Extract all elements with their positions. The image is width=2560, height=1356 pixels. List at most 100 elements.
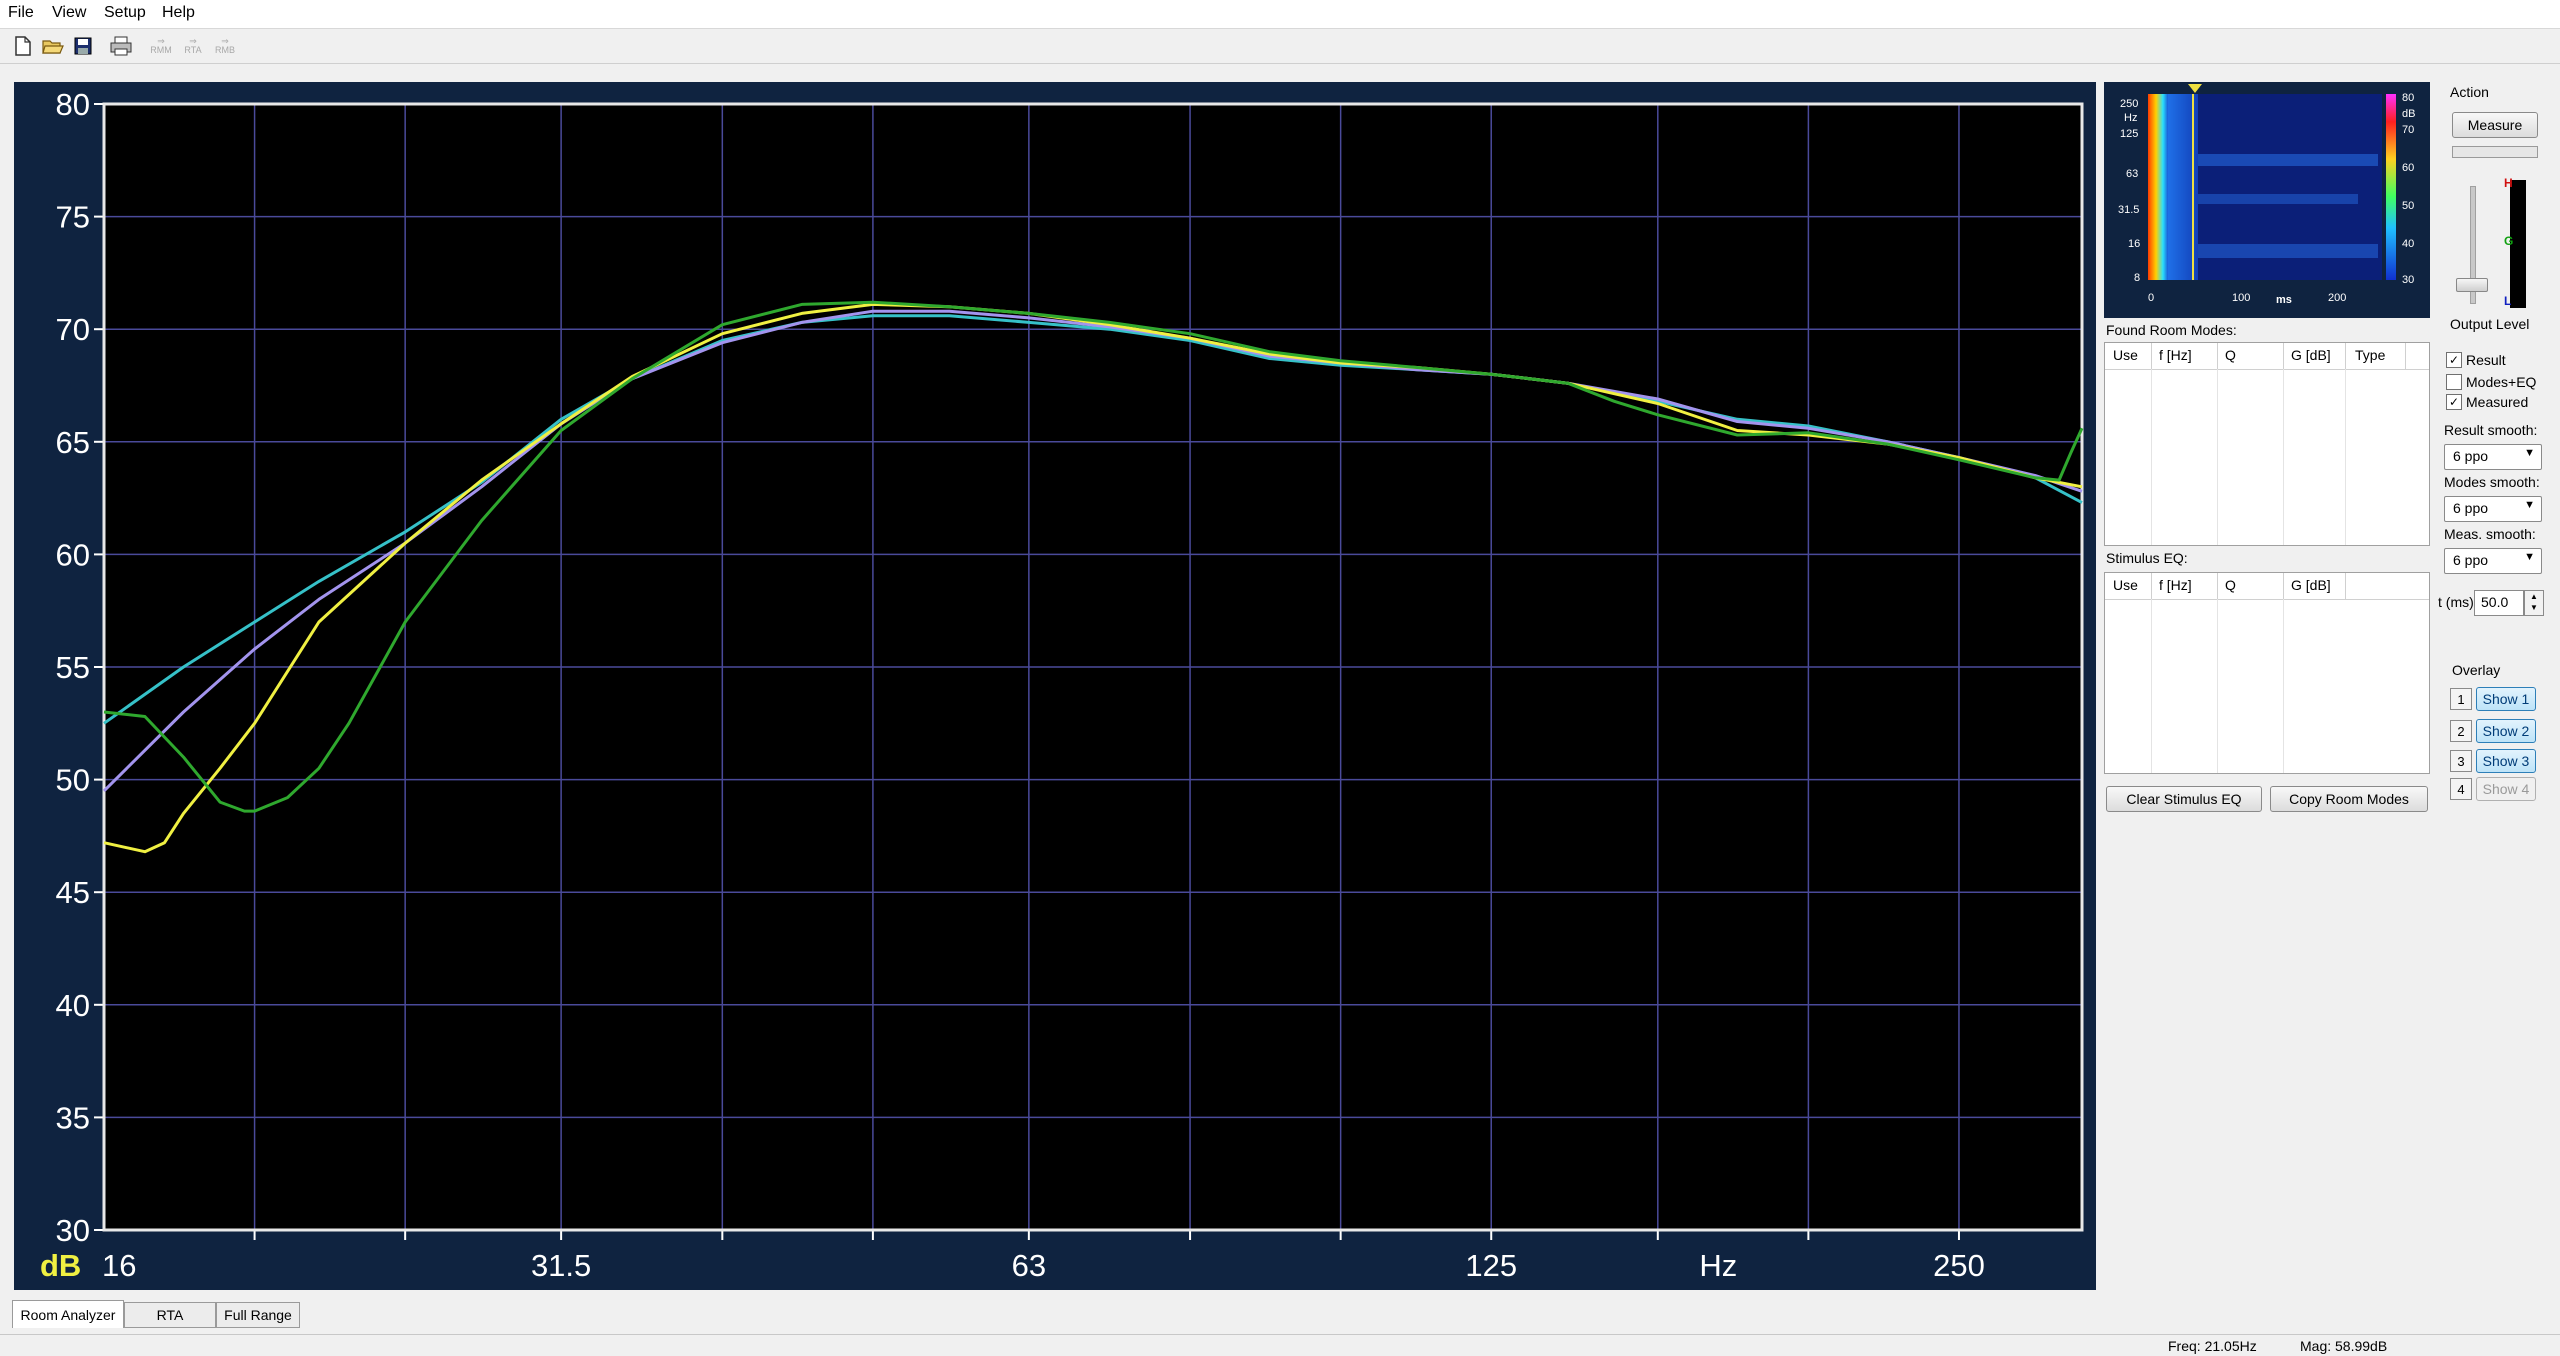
- show-1-toggle[interactable]: Show 1: [2476, 687, 2536, 711]
- result-checkbox-label: Result: [2466, 352, 2506, 368]
- x-tick-label: Hz: [1699, 1248, 1737, 1283]
- stimulus-eq-table[interactable]: Use f [Hz] Q G [dB]: [2104, 572, 2430, 774]
- t-ms-label: t (ms): [2438, 594, 2474, 610]
- show-4-toggle[interactable]: Show 4: [2476, 777, 2536, 801]
- result-smooth-select[interactable]: 6 ppo ▼: [2444, 444, 2542, 470]
- col-header[interactable]: f [Hz]: [2159, 577, 2192, 593]
- spec-x-label: 200: [2328, 292, 2347, 304]
- y-tick-label: 65: [56, 425, 90, 460]
- meter-h-label: H: [2504, 176, 2513, 190]
- y-tick-label: 50: [56, 763, 90, 798]
- menu-file[interactable]: File: [8, 4, 34, 22]
- chevron-down-icon: ▼: [2524, 447, 2535, 459]
- scale-label: 60: [2402, 162, 2415, 174]
- col-header[interactable]: Type: [2355, 347, 2385, 363]
- col-header[interactable]: G [dB]: [2291, 577, 2331, 593]
- overlay-1-button[interactable]: 1: [2450, 688, 2472, 710]
- chevron-down-icon: ▼: [2524, 499, 2535, 511]
- scale-label: 50: [2402, 200, 2415, 212]
- stimulus-eq-label: Stimulus EQ:: [2106, 550, 2188, 566]
- spec-y-label: Hz: [2124, 112, 2138, 124]
- menu-setup[interactable]: Setup: [104, 4, 146, 22]
- scale-label: 70: [2402, 124, 2415, 136]
- x-tick-label: 63: [1012, 1248, 1046, 1283]
- open-folder-icon[interactable]: [40, 33, 66, 59]
- arrow-rta-icon[interactable]: ⇒ RTA: [180, 33, 206, 59]
- spec-x-label: 0: [2148, 292, 2155, 304]
- y-tick-label: 80: [56, 87, 90, 122]
- y-axis-unit-label: dB: [40, 1248, 81, 1283]
- scale-label: dB: [2402, 108, 2416, 120]
- tab-full-range[interactable]: Full Range: [216, 1302, 300, 1328]
- spec-y-label: 63: [2126, 168, 2139, 180]
- y-tick-label: 35: [56, 1100, 90, 1135]
- output-level-slider[interactable]: [2456, 278, 2488, 292]
- col-header[interactable]: Q: [2225, 577, 2236, 593]
- measured-checkbox-label: Measured: [2466, 394, 2529, 410]
- y-tick-label: 70: [56, 312, 90, 347]
- col-header[interactable]: Q: [2225, 347, 2236, 363]
- spec-y-label: 125: [2120, 128, 2139, 140]
- spec-y-label: 250: [2120, 98, 2139, 110]
- tab-room-analyzer[interactable]: Room Analyzer: [12, 1300, 124, 1328]
- frequency-response-chart[interactable]: 80 75 70 65 60 55 50 45 40 35 30 16 31.5 63 125 Hz 250 dB: [14, 82, 2096, 1290]
- menu-help[interactable]: Help: [162, 4, 195, 22]
- save-disk-icon[interactable]: [70, 33, 96, 59]
- found-modes-label: Found Room Modes:: [2106, 322, 2237, 338]
- y-tick-label: 45: [56, 875, 90, 910]
- tab-rta[interactable]: RTA: [124, 1302, 216, 1328]
- overlay-4-button[interactable]: 4: [2450, 778, 2472, 800]
- col-header[interactable]: Use: [2113, 347, 2138, 363]
- status-mag: Mag: 58.99dB: [2300, 1338, 2388, 1354]
- spectrogram-image[interactable]: [2148, 94, 2382, 280]
- table-header: Use f [Hz] Q G [dB] Type: [2105, 343, 2429, 370]
- print-icon[interactable]: [108, 33, 134, 59]
- col-header[interactable]: G [dB]: [2291, 347, 2331, 363]
- scale-label: 40: [2402, 238, 2415, 250]
- x-tick-label: 125: [1465, 1248, 1517, 1283]
- spectrogram-frame: 250 Hz 125 63 31.5 16 8 0 100 ms 200 80 …: [2104, 82, 2430, 318]
- col-header[interactable]: f [Hz]: [2159, 347, 2192, 363]
- result-checkbox[interactable]: ✓: [2446, 352, 2462, 368]
- color-scale-bar: [2386, 94, 2396, 280]
- copy-room-modes-button[interactable]: Copy Room Modes: [2270, 786, 2428, 812]
- show-3-toggle[interactable]: Show 3: [2476, 749, 2536, 773]
- table-header: Use f [Hz] Q G [dB]: [2105, 573, 2429, 600]
- x-tick-label: 250: [1933, 1248, 1985, 1283]
- modes-smooth-select[interactable]: 6 ppo ▼: [2444, 496, 2542, 522]
- found-modes-table[interactable]: Use f [Hz] Q G [dB] Type: [2104, 342, 2430, 546]
- spec-y-label: 16: [2128, 238, 2141, 250]
- y-tick-label: 60: [56, 537, 90, 572]
- spec-x-label: 100: [2232, 292, 2251, 304]
- modes-eq-checkbox[interactable]: [2446, 374, 2462, 390]
- clear-stimulus-eq-button[interactable]: Clear Stimulus EQ: [2106, 786, 2262, 812]
- t-ms-input[interactable]: 50.0: [2474, 590, 2524, 616]
- meter-g-label: G: [2504, 234, 2514, 248]
- spec-x-label: ms: [2276, 294, 2292, 306]
- measure-button[interactable]: Measure: [2452, 112, 2538, 138]
- cursor-marker-icon: [2188, 84, 2202, 93]
- show-2-toggle[interactable]: Show 2: [2476, 719, 2536, 743]
- modes-eq-checkbox-label: Modes+EQ: [2466, 374, 2537, 390]
- modes-smooth-label: Modes smooth:: [2444, 474, 2540, 490]
- t-ms-spinner[interactable]: ▲ ▼: [2524, 590, 2544, 616]
- y-tick-label: 40: [56, 988, 90, 1023]
- arrow-rmm-icon[interactable]: ⇒ RMM: [148, 33, 174, 59]
- action-label: Action: [2450, 84, 2489, 100]
- menu-view[interactable]: View: [52, 4, 86, 22]
- spec-y-label: 8: [2134, 272, 2141, 284]
- meas-smooth-select[interactable]: 6 ppo ▼: [2444, 548, 2542, 574]
- measured-checkbox[interactable]: ✓: [2446, 394, 2462, 410]
- overlay-2-button[interactable]: 2: [2450, 720, 2472, 742]
- y-tick-label: 30: [56, 1213, 90, 1248]
- meter-l-label: L: [2504, 294, 2512, 308]
- x-tick-label: 31.5: [531, 1248, 591, 1283]
- status-freq: Freq: 21.05Hz: [2168, 1338, 2257, 1354]
- overlay-3-button[interactable]: 3: [2450, 750, 2472, 772]
- toolbar: ⇒ RMM ⇒ RTA ⇒ RMB: [0, 29, 2560, 64]
- arrow-rmb-icon[interactable]: ⇒ RMB: [212, 33, 238, 59]
- col-header[interactable]: Use: [2113, 577, 2138, 593]
- new-file-icon[interactable]: [10, 33, 36, 59]
- progress-bar: [2452, 146, 2538, 158]
- y-tick-label: 75: [56, 200, 90, 235]
